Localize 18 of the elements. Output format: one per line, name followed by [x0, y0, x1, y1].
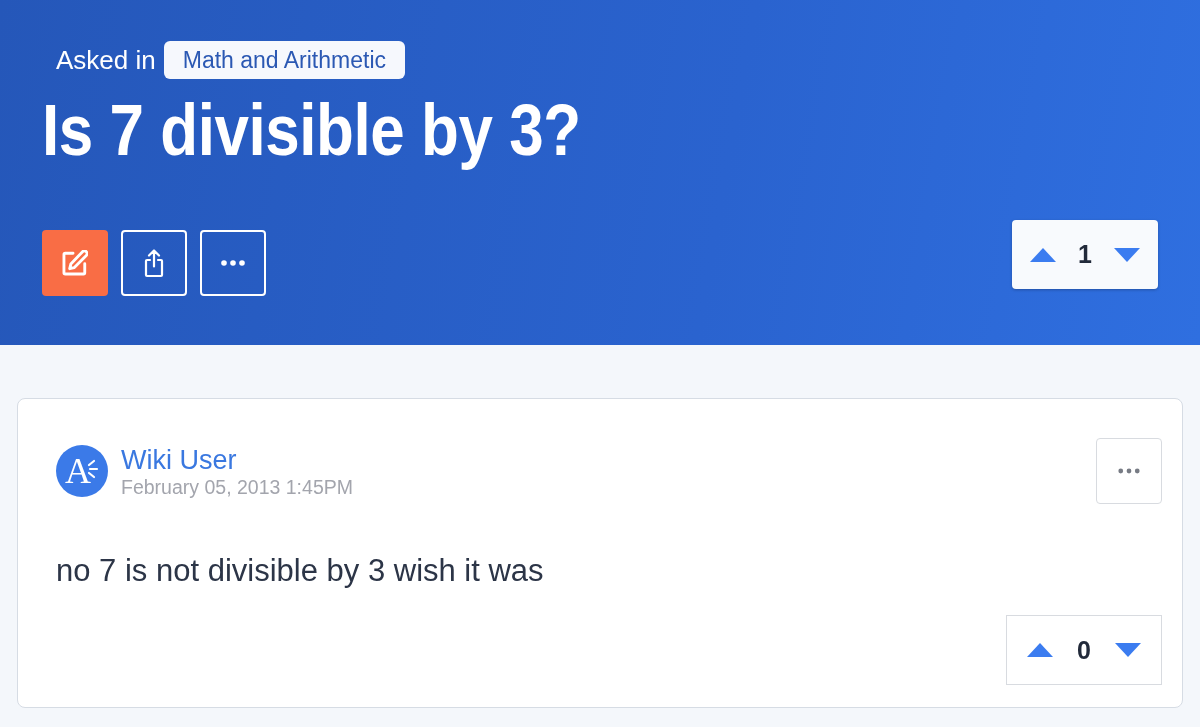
ellipsis-icon [1118, 468, 1140, 474]
box-arrow-up-icon [142, 248, 166, 278]
ellipsis-icon [221, 260, 245, 266]
category-link[interactable]: Math and Arithmetic [163, 41, 405, 79]
answer-text: no 7 is not divisible by 3 wish it was [56, 552, 544, 590]
pencil-square-icon [62, 250, 88, 276]
answer-date: February 05, 2013 1:45PM [121, 476, 353, 498]
vote-count: 1 [1078, 240, 1092, 269]
avatar-icon: A [56, 445, 108, 497]
down-triangle-icon[interactable] [1113, 247, 1140, 262]
down-triangle-icon[interactable] [1114, 643, 1141, 657]
author-link[interactable]: Wiki User [121, 445, 353, 475]
up-triangle-icon[interactable] [1030, 247, 1057, 262]
asked-in-label: Asked in [56, 44, 156, 76]
up-triangle-icon[interactable] [1027, 643, 1054, 657]
vote-count: 0 [1077, 635, 1091, 665]
edit-button[interactable] [42, 230, 108, 296]
share-button[interactable] [121, 230, 187, 296]
